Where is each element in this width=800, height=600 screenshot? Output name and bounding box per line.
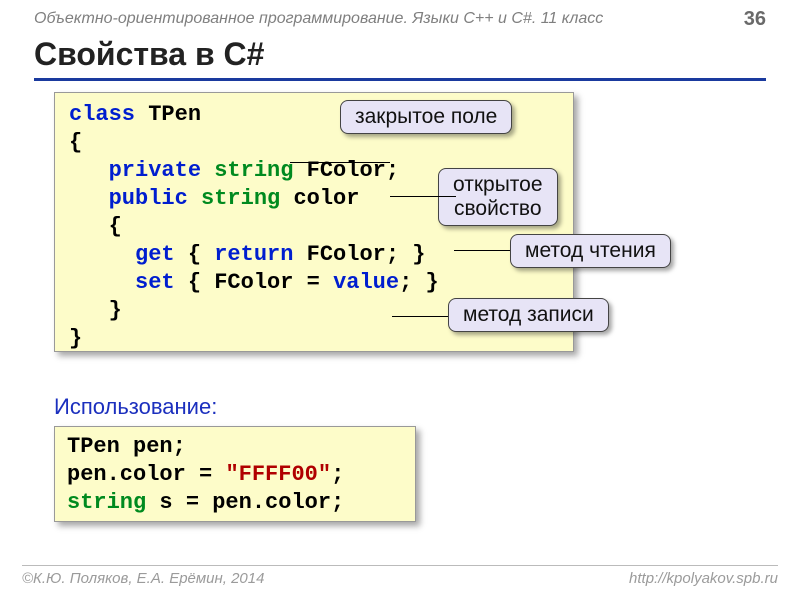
kw-get: get [69,242,175,267]
copyright: ©К.Ю. Поляков, Е.А. Ерёмин, 2014 [22,570,264,588]
course-title: Объектно-ориентированное программировани… [34,10,603,28]
header: Объектно-ориентированное программировани… [34,8,766,30]
usage-line1: TPen pen; [67,434,186,459]
brace: } [69,298,122,323]
type-string: string [201,186,280,211]
usage-label: Использование: [54,394,217,420]
get-body: FColor; } [293,242,425,267]
callout-line: свойство [454,197,542,220]
footer-url: http://kpolyakov.spb.ru [629,570,778,588]
string-literal: "FFFF00" [225,462,331,487]
callout-public-property: открытое свойство [438,168,558,226]
brace: { [175,242,215,267]
brace: } [69,326,82,351]
usage-line2a: pen.color = [67,462,225,487]
kw-class: class [69,102,135,127]
footer: ©К.Ю. Поляков, Е.А. Ерёмин, 2014 http://… [22,565,778,588]
slide: Объектно-ориентированное программировани… [0,0,800,600]
page-number: 36 [744,8,766,31]
semicolon: ; [331,462,344,487]
connector [390,196,456,197]
kw-public: public [69,186,201,211]
callout-setter: метод записи [448,298,609,332]
callout-line: открытое [453,173,543,196]
brace: { [69,214,122,239]
prop-color: color [280,186,359,211]
code-block-usage: TPen pen; pen.color = "FFFF00"; string s… [54,426,416,522]
connector [290,162,390,163]
title-underline [34,78,766,81]
brace: { [69,130,82,155]
callout-getter: метод чтения [510,234,671,268]
set-body: { FColor = [175,270,333,295]
kw-value: value [333,270,399,295]
kw-private: private [69,158,214,183]
slide-title: Свойства в C# [34,36,264,73]
callout-private-field: закрытое поле [340,100,512,134]
connector [392,316,448,317]
typename: TPen [135,102,201,127]
kw-return: return [214,242,293,267]
type-string: string [67,490,146,515]
kw-set: set [69,270,175,295]
connector [454,250,510,251]
set-rest: ; } [399,270,439,295]
type-string: string [214,158,293,183]
usage-line3b: s = pen.color; [146,490,344,515]
